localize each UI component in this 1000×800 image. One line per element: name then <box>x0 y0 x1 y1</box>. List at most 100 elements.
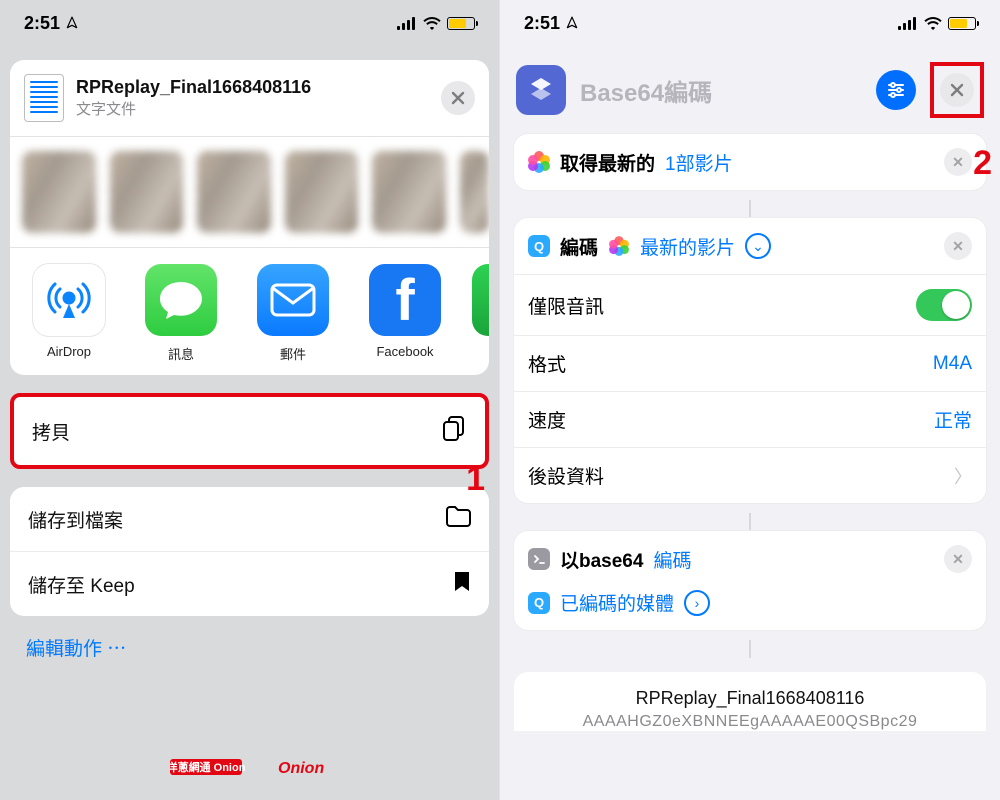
remove-step-button[interactable]: ✕ <box>944 232 972 260</box>
metadata-label: 後設資料 <box>528 462 604 489</box>
script-icon <box>528 548 550 570</box>
bookmark-icon <box>453 570 471 598</box>
status-right <box>898 17 976 30</box>
svg-text:洋蔥網通 Onion: 洋蔥網通 Onion <box>170 760 246 774</box>
status-time: 2:51 <box>24 13 79 34</box>
shortcut-settings-button[interactable] <box>876 70 916 110</box>
connector-line <box>749 513 751 531</box>
contact-avatar[interactable] <box>285 151 359 233</box>
contact-avatar[interactable] <box>22 151 96 233</box>
shortcuts-app-icon <box>516 65 566 115</box>
save-to-files-row[interactable]: 儲存到檔案 <box>10 487 489 551</box>
copy-icon <box>441 415 467 447</box>
cellular-icon <box>898 17 918 30</box>
base64-mode[interactable]: 編碼 <box>653 546 691 573</box>
step-encode-media: Q 編碼 最新的影片 ⌄ ✕ 僅限音訊 格式 M4A 速度 正常 後設資料 <box>514 218 986 503</box>
encode-source[interactable]: 最新的影片 <box>640 233 735 260</box>
status-time: 2:51 <box>524 13 579 34</box>
actions-card: 儲存到檔案 儲存至 Keep <box>10 487 489 616</box>
quick-action-icon: Q <box>528 592 550 614</box>
format-value[interactable]: M4A <box>933 353 972 375</box>
quick-action-icon: Q <box>528 235 550 257</box>
status-right <box>397 17 475 30</box>
status-bar: 2:51 <box>0 0 499 46</box>
app-extra[interactable] <box>472 264 489 363</box>
copy-action-card[interactable]: 拷貝 <box>10 393 489 469</box>
encode-header-row[interactable]: Q 編碼 最新的影片 ⌄ ✕ <box>514 218 986 274</box>
chevron-right-icon[interactable]: › <box>684 590 710 616</box>
audio-only-row[interactable]: 僅限音訊 <box>514 274 986 335</box>
connector-line <box>749 200 751 218</box>
share-file-type: 文字文件 <box>76 98 429 119</box>
copy-label: 拷貝 <box>32 418 70 445</box>
connector-line <box>749 640 751 658</box>
battery-icon <box>447 17 475 30</box>
edit-actions-link[interactable]: 編輯動作 ⋯ <box>26 634 473 661</box>
app-label: 郵件 <box>248 344 338 363</box>
mail-icon <box>257 264 329 336</box>
save-to-keep-row[interactable]: 儲存至 Keep <box>10 551 489 616</box>
contact-avatar[interactable] <box>460 151 489 233</box>
metadata-row[interactable]: 後設資料 〉 <box>514 447 986 503</box>
base64-prefix: 以base64 <box>560 546 643 573</box>
output-preview: RPReplay_Final1668408116 AAAAHGZ0eXBNNEE… <box>514 672 986 731</box>
extra-app-icon <box>472 264 489 336</box>
step1-count[interactable]: 1部影片 <box>665 149 733 176</box>
battery-icon <box>948 17 976 30</box>
photos-icon <box>528 151 550 173</box>
app-messages[interactable]: 訊息 <box>136 264 226 363</box>
speed-label: 速度 <box>528 406 566 433</box>
status-bar: 2:51 <box>500 0 1000 46</box>
folder-icon <box>445 505 471 533</box>
app-facebook[interactable]: f Facebook <box>360 264 450 363</box>
messages-icon <box>145 264 217 336</box>
share-apps-row: AirDrop 訊息 郵件 f Facebook <box>10 247 489 375</box>
wifi-icon <box>423 17 441 30</box>
shortcut-header: Base64編碼 <box>500 46 1000 128</box>
audio-only-label: 僅限音訊 <box>528 292 604 319</box>
remove-step-button[interactable]: ✕ <box>944 545 972 573</box>
save-keep-label: 儲存至 Keep <box>28 571 135 598</box>
share-file-name: RPReplay_Final1668408116 <box>76 77 429 98</box>
app-airdrop[interactable]: AirDrop <box>24 264 114 363</box>
step-base64-encode[interactable]: 以base64 編碼 ✕ Q 已編碼的媒體 › <box>514 531 986 630</box>
contact-avatar[interactable] <box>197 151 271 233</box>
wifi-icon <box>924 17 942 30</box>
cellular-icon <box>397 17 417 30</box>
chevron-right-icon: 〉 <box>954 463 972 489</box>
format-label: 格式 <box>528 350 566 377</box>
annotation-2-box <box>930 62 984 118</box>
share-header: RPReplay_Final1668408116 文字文件 <box>10 60 489 136</box>
chevron-down-icon[interactable]: ⌄ <box>745 233 771 259</box>
output-base64-data: AAAAHGZ0eXBNNEEgAAAAAE00QSBpc29 <box>532 713 968 731</box>
svg-text:Onion: Onion <box>278 760 324 777</box>
encode-label: 編碼 <box>560 233 598 260</box>
app-label: 訊息 <box>136 344 226 363</box>
app-label: Facebook <box>360 344 450 359</box>
app-mail[interactable]: 郵件 <box>248 264 338 363</box>
remove-step-button[interactable]: ✕ <box>944 148 972 176</box>
facebook-icon: f <box>369 264 441 336</box>
step1-prefix: 取得最新的 <box>560 149 655 176</box>
close-shortcut-button[interactable] <box>940 73 974 107</box>
step-get-latest-video[interactable]: 取得最新的 1部影片 ✕ <box>514 134 986 190</box>
speed-value[interactable]: 正常 <box>934 406 972 433</box>
watermark: 洋蔥網通 Onion Onion <box>170 756 330 778</box>
encoded-media-var[interactable]: 已編碼的媒體 <box>560 589 674 616</box>
output-file-name: RPReplay_Final1668408116 <box>532 688 968 709</box>
close-share-button[interactable] <box>441 81 475 115</box>
airdrop-icon <box>33 264 105 336</box>
share-contacts-row[interactable] <box>10 136 489 247</box>
speed-row[interactable]: 速度 正常 <box>514 391 986 447</box>
audio-only-toggle[interactable] <box>916 289 972 321</box>
photos-icon <box>609 236 629 256</box>
text-file-icon <box>24 74 64 122</box>
contact-avatar[interactable] <box>110 151 184 233</box>
contact-avatar[interactable] <box>372 151 446 233</box>
format-row[interactable]: 格式 M4A <box>514 335 986 391</box>
annotation-2: 2 <box>973 144 992 183</box>
shortcut-title[interactable]: Base64編碼 <box>580 73 862 108</box>
save-files-label: 儲存到檔案 <box>28 506 123 533</box>
app-label: AirDrop <box>24 344 114 359</box>
annotation-1: 1 <box>466 460 485 499</box>
